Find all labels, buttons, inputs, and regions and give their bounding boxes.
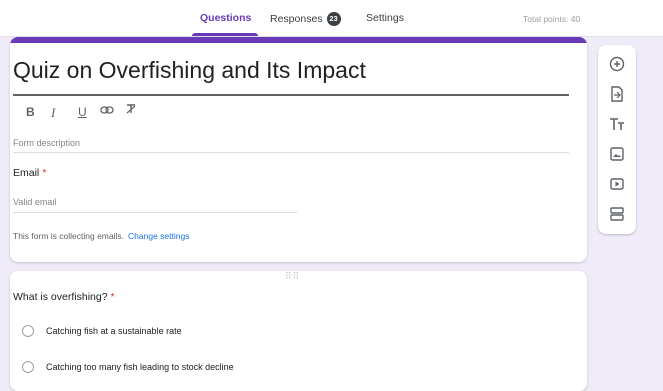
top-bar: Questions Responses 23 Settings Total poi… (0, 0, 663, 37)
import-questions-icon[interactable] (607, 84, 627, 104)
italic-button[interactable]: I (51, 105, 55, 121)
form-title[interactable]: Quiz on Overfishing and Its Impact (13, 57, 366, 84)
email-label-text: Email (13, 167, 40, 179)
active-tab-indicator (192, 33, 258, 36)
tab-responses[interactable]: Responses 23 (270, 12, 341, 26)
email-label: Email * (13, 167, 46, 179)
required-asterisk: * (110, 291, 115, 303)
tab-settings[interactable]: Settings (366, 12, 404, 24)
add-image-icon[interactable] (607, 144, 627, 164)
question-title-text: What is overfishing? (13, 291, 108, 303)
clear-format-icon[interactable] (125, 103, 137, 118)
radio-option-2[interactable] (22, 361, 34, 373)
add-title-icon[interactable] (607, 114, 627, 134)
option-label-2[interactable]: Catching too many fish leading to stock … (46, 362, 234, 372)
add-video-icon[interactable] (607, 174, 627, 194)
drag-handle-icon[interactable]: ⠿⠿ (285, 271, 300, 282)
required-asterisk: * (42, 167, 47, 179)
collecting-emails-notice: This form is collecting emails. Change se… (13, 231, 189, 241)
form-description-field[interactable]: Form description (13, 138, 80, 148)
question-title[interactable]: What is overfishing? * (13, 291, 115, 303)
underline-button[interactable]: U (78, 105, 87, 119)
add-question-icon[interactable] (607, 54, 627, 74)
card-accent-bar (10, 37, 587, 43)
radio-option-1[interactable] (22, 325, 34, 337)
tab-questions[interactable]: Questions (200, 12, 251, 24)
email-field[interactable]: Valid email (13, 197, 56, 207)
responses-count-badge: 23 (326, 12, 341, 26)
bold-button[interactable]: B (26, 105, 35, 119)
floating-toolbar (598, 45, 636, 234)
email-underline (13, 212, 297, 213)
description-underline (13, 152, 569, 153)
title-underline (13, 94, 569, 96)
total-points: Total points: 40 (523, 14, 581, 24)
add-section-icon[interactable] (607, 204, 627, 224)
link-icon[interactable] (100, 103, 114, 118)
collecting-emails-text: This form is collecting emails. (13, 231, 125, 241)
change-settings-link[interactable]: Change settings (128, 231, 189, 241)
tab-responses-label: Responses (270, 13, 323, 25)
option-label-1[interactable]: Catching fish at a sustainable rate (46, 326, 182, 336)
